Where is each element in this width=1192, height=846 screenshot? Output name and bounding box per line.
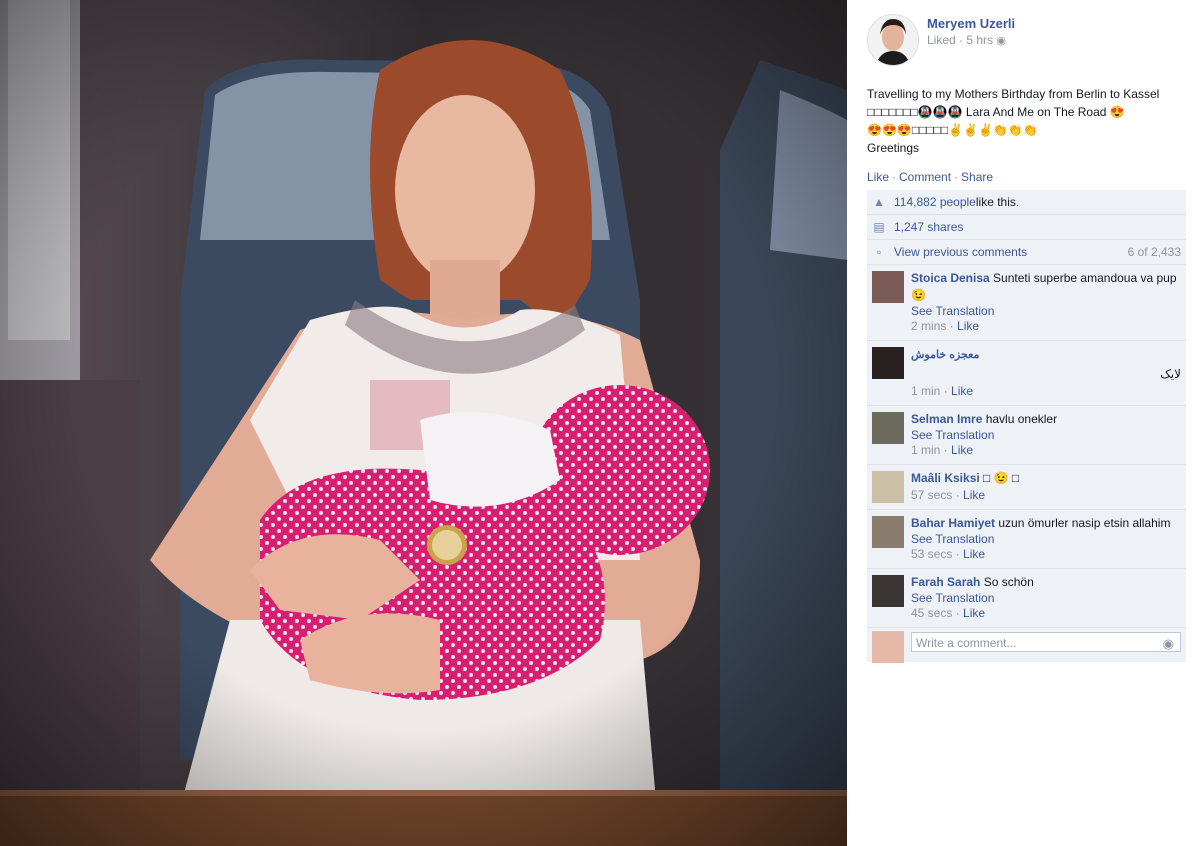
commenter-avatar[interactable] [872, 271, 904, 303]
comment-like-link[interactable]: Like [963, 606, 985, 620]
comment-like-link[interactable]: Like [963, 547, 985, 561]
author-avatar-image [868, 15, 918, 65]
share-icon: ▤ [873, 220, 885, 234]
photo-illustration [0, 0, 847, 846]
shares-row: ▤ 1,247 shares [867, 215, 1186, 240]
share-link[interactable]: Share [961, 170, 993, 184]
comment-meta: 53 secs · Like [911, 547, 986, 561]
post-sidebar: Meryem Uzerli Liked · 5 hrs ◉ Travelling… [847, 0, 1192, 846]
comment-text: havlu onekler [982, 412, 1058, 426]
comment-meta: 45 secs · Like [911, 606, 986, 620]
comment-time: 1 min [911, 443, 941, 457]
commenter-name[interactable]: Bahar Hamiyet [911, 516, 995, 530]
current-user-avatar [872, 631, 904, 663]
comment-icon: ▫ [876, 245, 882, 259]
comment-item: Farah Sarah So schön See Translation 45 … [867, 569, 1186, 628]
author-name[interactable]: Meryem Uzerli [927, 16, 1015, 31]
comment-count: 6 of 2,433 [1127, 245, 1181, 259]
post-text-line4: Greetings [867, 141, 920, 155]
like-link[interactable]: Like [867, 170, 889, 184]
comment-item: Stoica Denisa Sunteti superbe amandoua v… [867, 265, 1186, 341]
comment-time: 57 secs [911, 488, 953, 502]
comment-time: 53 secs [911, 547, 953, 561]
comment-like-link[interactable]: Like [951, 443, 973, 457]
comment-link[interactable]: Comment [899, 170, 951, 184]
comment-meta: 1 min · Like [911, 443, 974, 457]
write-comment-row: Write a comment... ◉ [867, 628, 1186, 663]
camera-icon[interactable]: ◉ [1163, 634, 1174, 654]
post-actions: Like · Comment · Share [867, 170, 993, 184]
ufi-box: ▲ 114,882 people like this. ▤ 1,247 shar… [867, 190, 1186, 663]
comment-body: Bahar Hamiyet uzun ömurler nasip etsin a… [911, 515, 1181, 532]
globe-icon: ◉ [996, 35, 1006, 47]
commenter-name[interactable]: معجزه خاموش [911, 349, 979, 361]
author-avatar[interactable] [867, 14, 919, 66]
comment-time: 1 min [911, 384, 941, 398]
commenter-avatar[interactable] [872, 575, 904, 607]
likes-suffix: like this. [975, 195, 1020, 209]
view-previous-row: ▫ View previous comments 6 of 2,433 [867, 240, 1186, 265]
post-meta-text: Liked · 5 hrs [927, 33, 994, 47]
thumbs-up-icon: ▲ [873, 195, 885, 209]
comment-item: Bahar Hamiyet uzun ömurler nasip etsin a… [867, 510, 1186, 569]
separator: · [892, 170, 897, 184]
post-photo[interactable] [0, 0, 847, 846]
comment-item: Maâli Ksiksi □ 😉 □ 57 secs · Like [867, 465, 1186, 510]
comment-text: So schön [980, 575, 1034, 589]
comment-like-link[interactable]: Like [951, 384, 973, 398]
comment-meta: 1 min · Like [911, 384, 974, 398]
see-translation-link[interactable]: See Translation [911, 591, 1181, 605]
see-translation-link[interactable]: See Translation [911, 428, 1181, 442]
post-text: Travelling to my Mothers Birthday from B… [867, 85, 1185, 157]
comment-item: معجزه خاموش لایک 1 min · Like [867, 341, 1186, 406]
likes-row: ▲ 114,882 people like this. [867, 190, 1186, 215]
comment-input-placeholder: Write a comment... [916, 636, 1017, 650]
post-text-line3: 😍😍😍□□□□□✌✌✌👏👏👏 [867, 123, 1038, 137]
post-text-line2: □□□□□□□🚇🚇🚇 Lara And Me on The Road 😍 [867, 105, 1125, 119]
likes-count-link[interactable]: 114,882 people [894, 195, 976, 209]
commenter-avatar[interactable] [872, 516, 904, 548]
commenter-name[interactable]: Stoica Denisa [911, 271, 990, 285]
commenter-avatar[interactable] [872, 471, 904, 503]
view-previous-comments-link[interactable]: View previous comments [894, 245, 1027, 259]
comment-input[interactable]: Write a comment... ◉ [911, 632, 1181, 652]
comment-time: 45 secs [911, 606, 953, 620]
comment-item: Selman Imre havlu onekler See Translatio… [867, 406, 1186, 465]
comment-body: Stoica Denisa Sunteti superbe amandoua v… [911, 270, 1181, 304]
comment-meta: 57 secs · Like [911, 488, 986, 502]
commenter-name[interactable]: Farah Sarah [911, 575, 980, 589]
separator: · [954, 170, 959, 184]
comment-text: uzun ömurler nasip etsin allahim [995, 516, 1171, 530]
commenter-avatar[interactable] [872, 347, 904, 379]
post-meta: Liked · 5 hrs ◉ [927, 33, 1006, 47]
comment-text: □ 😉 □ [979, 471, 1020, 485]
comment-time: 2 mins [911, 319, 947, 333]
commenter-name[interactable]: Maâli Ksiksi [911, 471, 980, 485]
commenter-name[interactable]: Selman Imre [911, 412, 982, 426]
comment-body: Farah Sarah So schön [911, 574, 1181, 591]
comment-like-link[interactable]: Like [963, 488, 985, 502]
comment-body: Selman Imre havlu onekler [911, 411, 1181, 428]
comment-like-link[interactable]: Like [957, 319, 979, 333]
see-translation-link[interactable]: See Translation [911, 532, 1181, 546]
see-translation-link[interactable]: See Translation [911, 304, 1181, 318]
post-text-line1: Travelling to my Mothers Birthday from B… [867, 87, 1160, 101]
comment-body: معجزه خاموش [911, 346, 1181, 364]
comment-body: Maâli Ksiksi □ 😉 □ [911, 470, 1181, 487]
commenter-avatar[interactable] [872, 412, 904, 444]
comment-text: لایک [1160, 367, 1181, 381]
comment-meta: 2 mins · Like [911, 319, 980, 333]
shares-link[interactable]: 1,247 shares [894, 220, 963, 234]
